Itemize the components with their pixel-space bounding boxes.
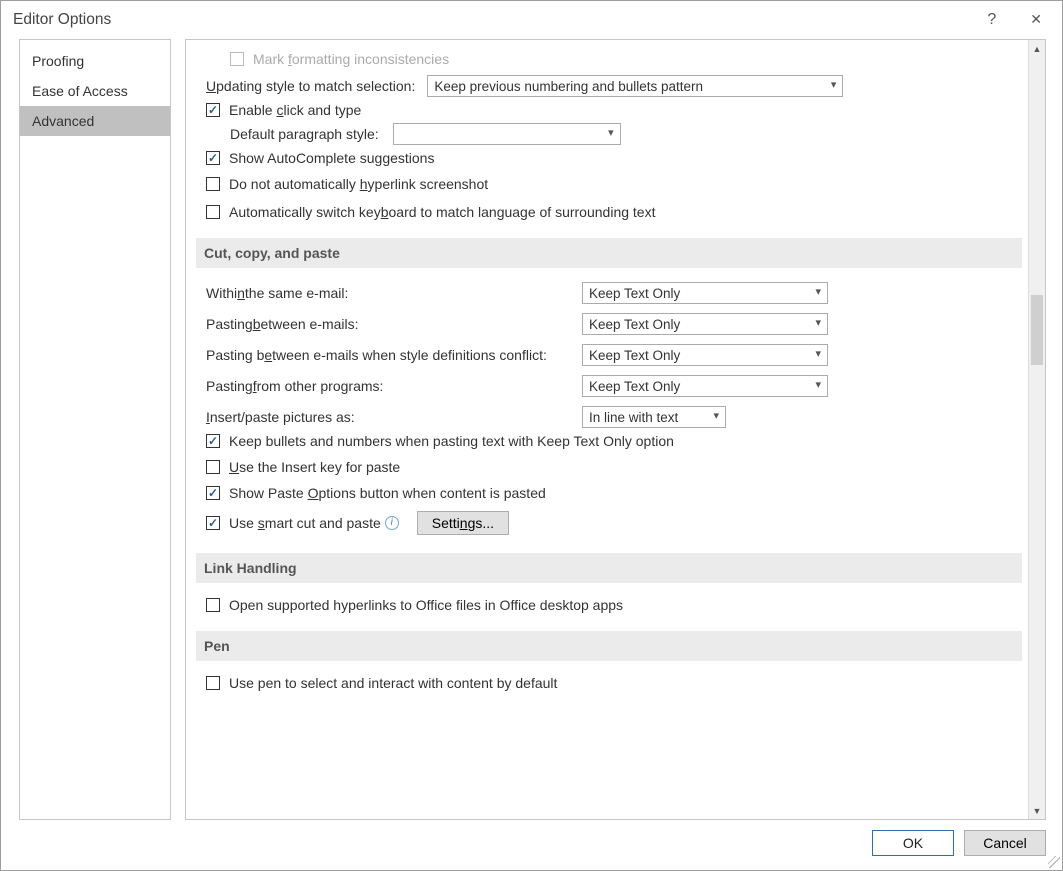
open-hyperlinks-checkbox[interactable] (206, 598, 220, 612)
help-icon[interactable]: ? (979, 7, 1004, 33)
conflict-label: Pasting between e-mails when style defin… (206, 344, 582, 366)
settings-button[interactable]: Settings... (417, 511, 509, 535)
auto-keyboard-checkbox[interactable] (206, 205, 220, 219)
dialog-title: Editor Options (13, 11, 979, 29)
autocomplete-row: Show AutoComplete suggestions (206, 150, 1028, 166)
updating-style-row: Updating style to match selection: Keep … (206, 75, 1028, 97)
content-scroll: Mark formatting inconsistencies Updating… (186, 40, 1028, 819)
no-hyperlink-label: Do not automatically hyperlink screensho… (229, 176, 488, 192)
scrollbar[interactable]: ▲ ▼ (1028, 40, 1045, 819)
keep-bullets-row: Keep bullets and numbers when pasting te… (206, 433, 1028, 449)
keep-bullets-checkbox[interactable] (206, 434, 220, 448)
mark-formatting-row: Mark formatting inconsistencies (206, 51, 1028, 67)
use-pen-row: Use pen to select and interact with cont… (206, 675, 1028, 691)
enable-click-row: Enable click and type (206, 102, 1028, 118)
open-hyperlinks-row: Open supported hyperlinks to Office file… (206, 597, 1028, 613)
paste-options-checkbox[interactable] (206, 486, 220, 500)
scroll-down-icon[interactable]: ▼ (1029, 802, 1045, 819)
sidebar-item-advanced[interactable]: Advanced (20, 106, 170, 136)
insert-pic-label: Insert/paste pictures as: (206, 406, 582, 428)
sidebar: Proofing Ease of Access Advanced (19, 39, 171, 820)
insert-key-label: Use the Insert key for paste (229, 459, 400, 475)
section-pen: Pen (196, 631, 1022, 661)
info-icon[interactable]: i (385, 516, 399, 530)
ok-button[interactable]: OK (872, 830, 954, 856)
footer: OK Cancel (1, 820, 1062, 870)
auto-keyboard-row: Automatically switch keyboard to match l… (206, 204, 1028, 220)
enable-click-label: Enable click and type (229, 102, 361, 118)
resize-grip-icon[interactable] (1048, 856, 1060, 868)
default-para-label: Default paragraph style: (230, 126, 379, 142)
updating-style-label: Updating style to match selection: (206, 78, 415, 94)
within-label: Within the same e-mail: (206, 282, 582, 304)
conflict-select[interactable]: Keep Text Only (582, 344, 828, 366)
mark-formatting-label: Mark formatting inconsistencies (253, 51, 449, 67)
paste-options-label: Show Paste Options button when content i… (229, 485, 546, 501)
between-select[interactable]: Keep Text Only (582, 313, 828, 335)
paste-grid: Within the same e-mail: Keep Text Only P… (206, 282, 1028, 428)
smart-cut-checkbox[interactable] (206, 516, 220, 530)
insert-key-row: Use the Insert key for paste (206, 459, 1028, 475)
main-area: Proofing Ease of Access Advanced Mark fo… (1, 39, 1062, 820)
scroll-track[interactable] (1029, 57, 1045, 802)
sidebar-item-ease-of-access[interactable]: Ease of Access (20, 76, 170, 106)
default-para-select[interactable] (393, 123, 621, 145)
title-buttons: ? ✕ (979, 7, 1050, 33)
close-icon[interactable]: ✕ (1022, 7, 1050, 33)
scroll-up-icon[interactable]: ▲ (1029, 40, 1045, 57)
content-panel: Mark formatting inconsistencies Updating… (185, 39, 1046, 820)
auto-keyboard-label: Automatically switch keyboard to match l… (229, 204, 655, 220)
editor-options-dialog: Editor Options ? ✕ Proofing Ease of Acce… (0, 0, 1063, 871)
insert-key-checkbox[interactable] (206, 460, 220, 474)
insert-pic-select[interactable]: In line with text (582, 406, 726, 428)
between-label: Pasting between e-mails: (206, 313, 582, 335)
other-select[interactable]: Keep Text Only (582, 375, 828, 397)
section-link-handling: Link Handling (196, 553, 1022, 583)
updating-style-select[interactable]: Keep previous numbering and bullets patt… (427, 75, 843, 97)
other-label: Pasting from other programs: (206, 375, 582, 397)
section-cut-copy-paste: Cut, copy, and paste (196, 238, 1022, 268)
autocomplete-label: Show AutoComplete suggestions (229, 150, 434, 166)
within-select[interactable]: Keep Text Only (582, 282, 828, 304)
scroll-thumb[interactable] (1031, 295, 1043, 365)
no-hyperlink-checkbox[interactable] (206, 177, 220, 191)
smart-cut-row: Use smart cut and paste i Settings... (206, 511, 1028, 535)
no-hyperlink-row: Do not automatically hyperlink screensho… (206, 176, 1028, 192)
default-para-row: Default paragraph style: (206, 123, 1028, 145)
titlebar: Editor Options ? ✕ (1, 1, 1062, 39)
sidebar-item-proofing[interactable]: Proofing (20, 46, 170, 76)
cancel-button[interactable]: Cancel (964, 830, 1046, 856)
use-pen-checkbox[interactable] (206, 676, 220, 690)
mark-formatting-checkbox (230, 52, 244, 66)
open-hyperlinks-label: Open supported hyperlinks to Office file… (229, 597, 623, 613)
autocomplete-checkbox[interactable] (206, 151, 220, 165)
use-pen-label: Use pen to select and interact with cont… (229, 675, 557, 691)
keep-bullets-label: Keep bullets and numbers when pasting te… (229, 433, 674, 449)
smart-cut-label: Use smart cut and paste (229, 515, 381, 531)
enable-click-checkbox[interactable] (206, 103, 220, 117)
paste-options-row: Show Paste Options button when content i… (206, 485, 1028, 501)
